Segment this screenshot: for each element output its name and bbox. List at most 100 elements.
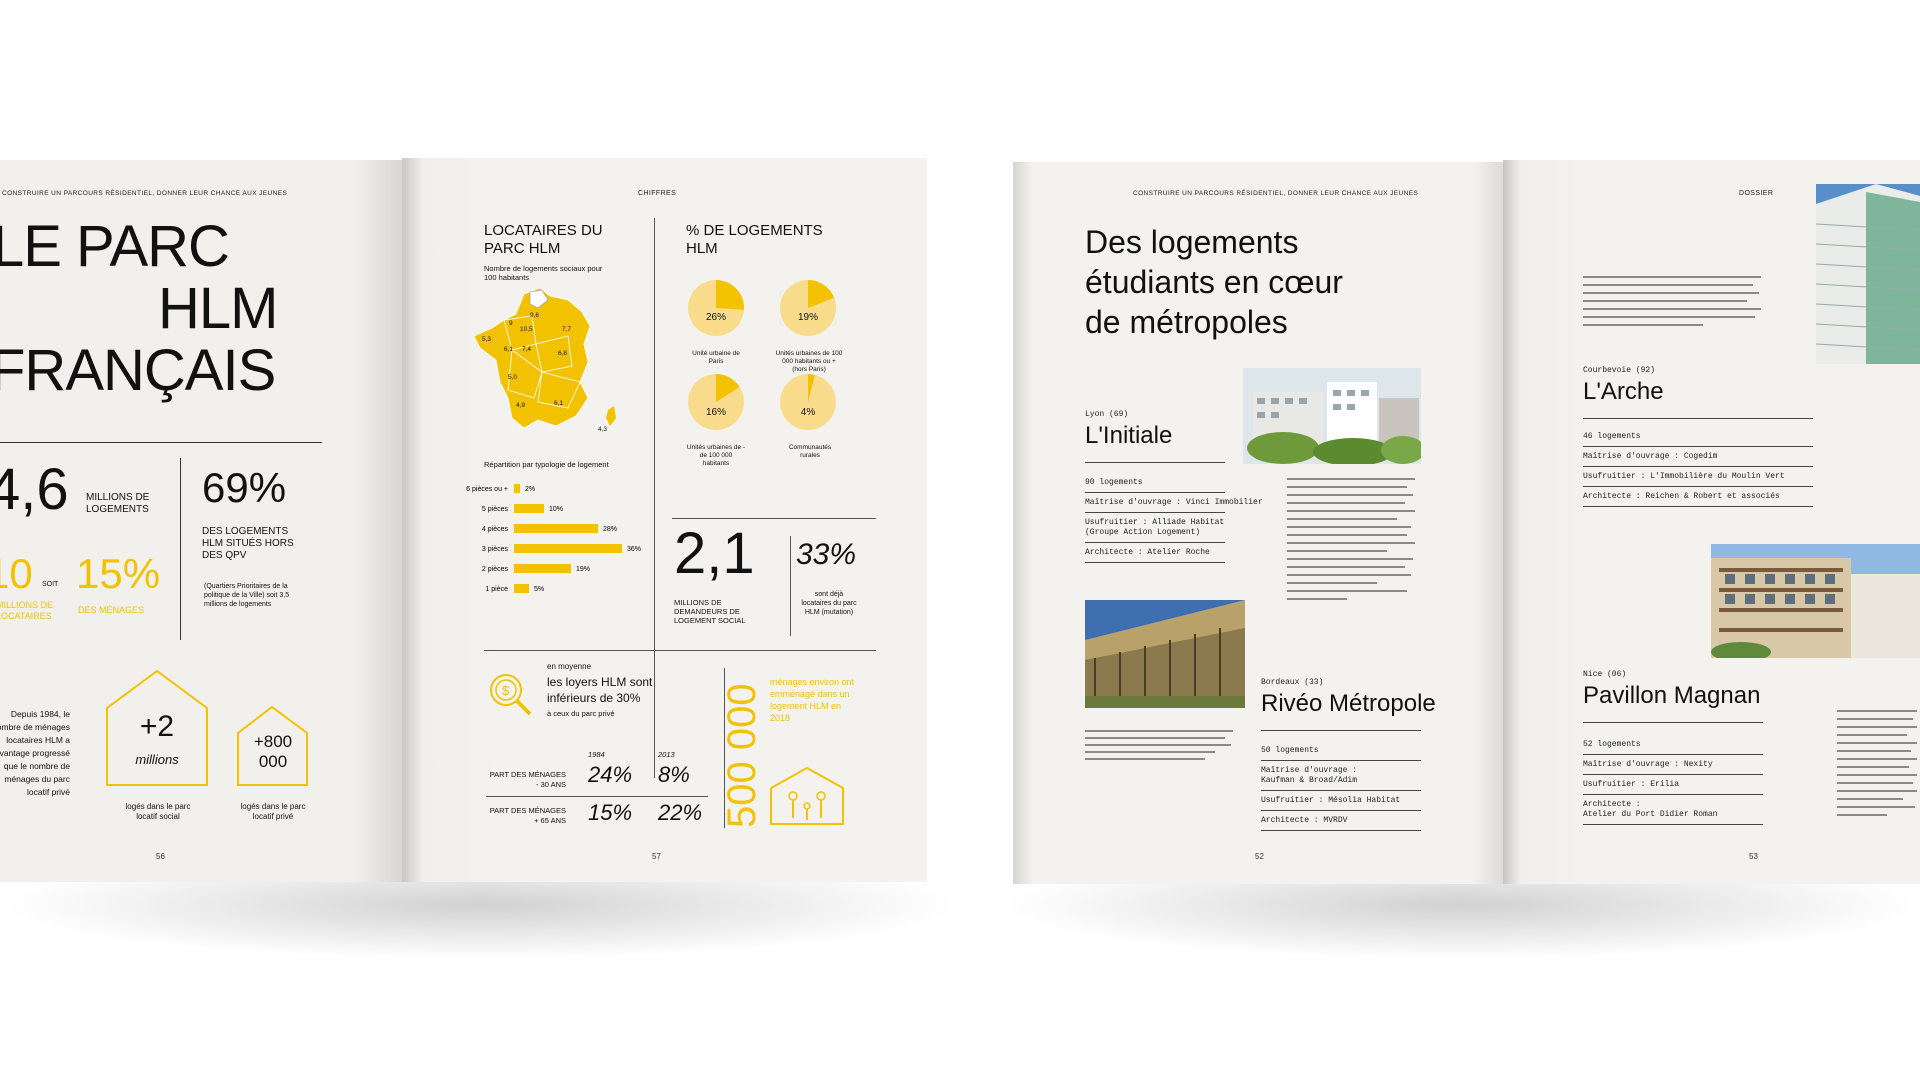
pie-label: Unités urbaines de 100 000 habitants ou …: [775, 350, 843, 373]
loyers-text: les loyers HLM sont inférieurs de 30%: [547, 675, 653, 705]
map-value: 7,7: [562, 326, 572, 333]
magnifier-dollar-icon: $: [486, 670, 536, 718]
body-text-block: [1583, 276, 1763, 346]
house-800k-value: +800 000: [253, 732, 293, 771]
bar-value-label: 5%: [534, 586, 544, 593]
map-value: 4,9: [516, 402, 526, 409]
running-head: CONSTRUIRE UN PARCOURS RÉSIDENTIEL, DONN…: [1133, 190, 1419, 197]
year-1984: 1984: [588, 750, 605, 759]
proj3-usufruitier: Usufruitier : L'Immobilière du Moulin Ve…: [1583, 472, 1785, 481]
pie-value: 4%: [800, 407, 816, 418]
bar: [514, 484, 520, 493]
proj1-usufruitier-2: (Groupe Action Logement): [1085, 528, 1201, 537]
page-52: CONSTRUIRE UN PARCOURS RÉSIDENTIEL, DONN…: [1013, 162, 1503, 884]
typologie-title: Répartition par typologie de logement: [484, 460, 609, 469]
proj3-name: L'Arche: [1583, 378, 1664, 405]
stat-menages-value: 15%: [76, 550, 161, 597]
bar: [514, 524, 598, 533]
rule: [1261, 790, 1421, 791]
row-label-30: PART DES MÉNAGES - 30 ANS: [489, 770, 566, 789]
rule: [1583, 418, 1813, 419]
proj4-city: Nice (06): [1583, 670, 1627, 679]
bar-category-label: 4 pièces: [482, 526, 509, 533]
photo-larche: [1816, 184, 1920, 364]
divider: [484, 650, 876, 651]
bar-value-label: 36%: [627, 546, 641, 553]
map-value: 4,3: [598, 426, 608, 433]
bar: [514, 564, 571, 573]
pct-logements-title: % DE LOGEMENTS HLM: [686, 222, 823, 257]
stat-divider: [790, 536, 791, 636]
map-value: 6,8: [558, 350, 568, 357]
mutation-label: sont déjà locataires du parc HLM (mutati…: [801, 591, 857, 616]
pie-label: Communautés rurales: [788, 444, 832, 459]
rule: [1261, 810, 1421, 811]
running-head: CONSTRUIRE UN PARCOURS RÉSIDENTIEL, DONN…: [2, 190, 288, 197]
map-value: 5,3: [482, 336, 492, 343]
bar: [514, 504, 544, 513]
photo-linitiale: [1243, 368, 1421, 464]
page-number: 57: [652, 852, 661, 861]
divider: [0, 442, 322, 443]
proj2-architect: Architecte : MVRDV: [1261, 816, 1348, 825]
rule: [1085, 542, 1225, 543]
stat-logements-value: 4,6: [0, 457, 69, 522]
rule: [1583, 466, 1813, 467]
proj3-count: 46 logements: [1583, 432, 1641, 441]
running-head: CHIFFRES: [638, 190, 677, 197]
page-56: CONSTRUIRE UN PARCOURS RÉSIDENTIEL, DONN…: [0, 160, 402, 882]
proj4-usufruitier: Usufruitier : Erilia: [1583, 780, 1680, 789]
proj1-city: Lyon (69): [1085, 410, 1129, 419]
stat-qpv-note: (Quartiers Prioritaires de la politique …: [204, 583, 290, 608]
rule: [1085, 492, 1225, 493]
proj1-count: 90 logements: [1085, 478, 1143, 487]
page-title-line-1: Des logements: [1085, 224, 1299, 260]
page-title-line-2: HLM: [158, 276, 278, 341]
bar-category-label: 5 pièces: [482, 506, 509, 513]
pie-value: 26%: [705, 312, 726, 323]
bar: [514, 584, 529, 593]
rule: [1583, 486, 1813, 487]
map-value: 6,1: [554, 400, 564, 407]
rule: [1583, 446, 1813, 447]
map-value: 5,0: [508, 374, 518, 381]
map-value: 7,4: [522, 346, 532, 353]
map-value: 6,1: [504, 346, 514, 353]
row-30-2013: 8%: [658, 762, 690, 787]
proj4-name: Pavillon Magnan: [1583, 682, 1761, 709]
running-head: DOSSIER: [1739, 190, 1774, 197]
proj4-moa: Maîtrise d'ouvrage : Nexity: [1583, 760, 1713, 769]
row-label-65: PART DES MÉNAGES + 65 ANS: [489, 806, 566, 825]
bar-category-label: 6 pièces ou +: [466, 486, 508, 493]
house-2m-caption: logés dans le parc locatif social: [125, 802, 191, 821]
house-2m-unit: millions: [135, 752, 179, 767]
map-value: 9,6: [530, 312, 540, 319]
big-500000-text: ménages environ ont emménagé dans un log…: [770, 677, 855, 723]
pie-labels: 26% Unité urbaine de Paris 19% Unités ur…: [680, 268, 880, 508]
rule: [1583, 824, 1763, 825]
proj3-moa: Maîtrise d'ouvrage : Cogedim: [1583, 452, 1718, 461]
page-title-line-3: de métropoles: [1085, 304, 1288, 340]
rule: [1583, 794, 1763, 795]
photo-pavillon-magnan: [1711, 544, 1920, 658]
pie-value: 19%: [797, 312, 818, 323]
rule: [1261, 730, 1421, 731]
proj1-usufruitier: Usufruitier : Alliade Habitat: [1085, 518, 1225, 527]
proj2-name: Rivéo Métropole: [1261, 690, 1436, 717]
family-house-icon: [767, 766, 847, 826]
page-title-line-2: étudiants en cœur: [1085, 264, 1343, 300]
rule: [1085, 562, 1225, 563]
big-500000: 500 000: [720, 683, 764, 828]
proj1-architect: Architecte : Atelier Roche: [1085, 548, 1210, 557]
proj4-count: 52 logements: [1583, 740, 1641, 749]
rule: [1583, 506, 1813, 507]
map-value: 10,5: [520, 326, 533, 333]
proj1-moa: Maîtrise d'ouvrage : Vinci Immobilier: [1085, 498, 1263, 507]
svg-text:$: $: [502, 683, 510, 698]
row-65-1984: 15%: [588, 800, 633, 825]
page-number: 56: [156, 852, 165, 861]
bar-category-label: 2 pièces: [482, 566, 509, 573]
body-text-block: [1085, 730, 1235, 770]
map-values: 9,6 10,5 7,7 9 5,3 7,4 6,1 6,8 5,0 6,1 4…: [472, 286, 632, 446]
stat-logements-label: MILLIONS DE LOGEMENTS: [86, 492, 150, 515]
